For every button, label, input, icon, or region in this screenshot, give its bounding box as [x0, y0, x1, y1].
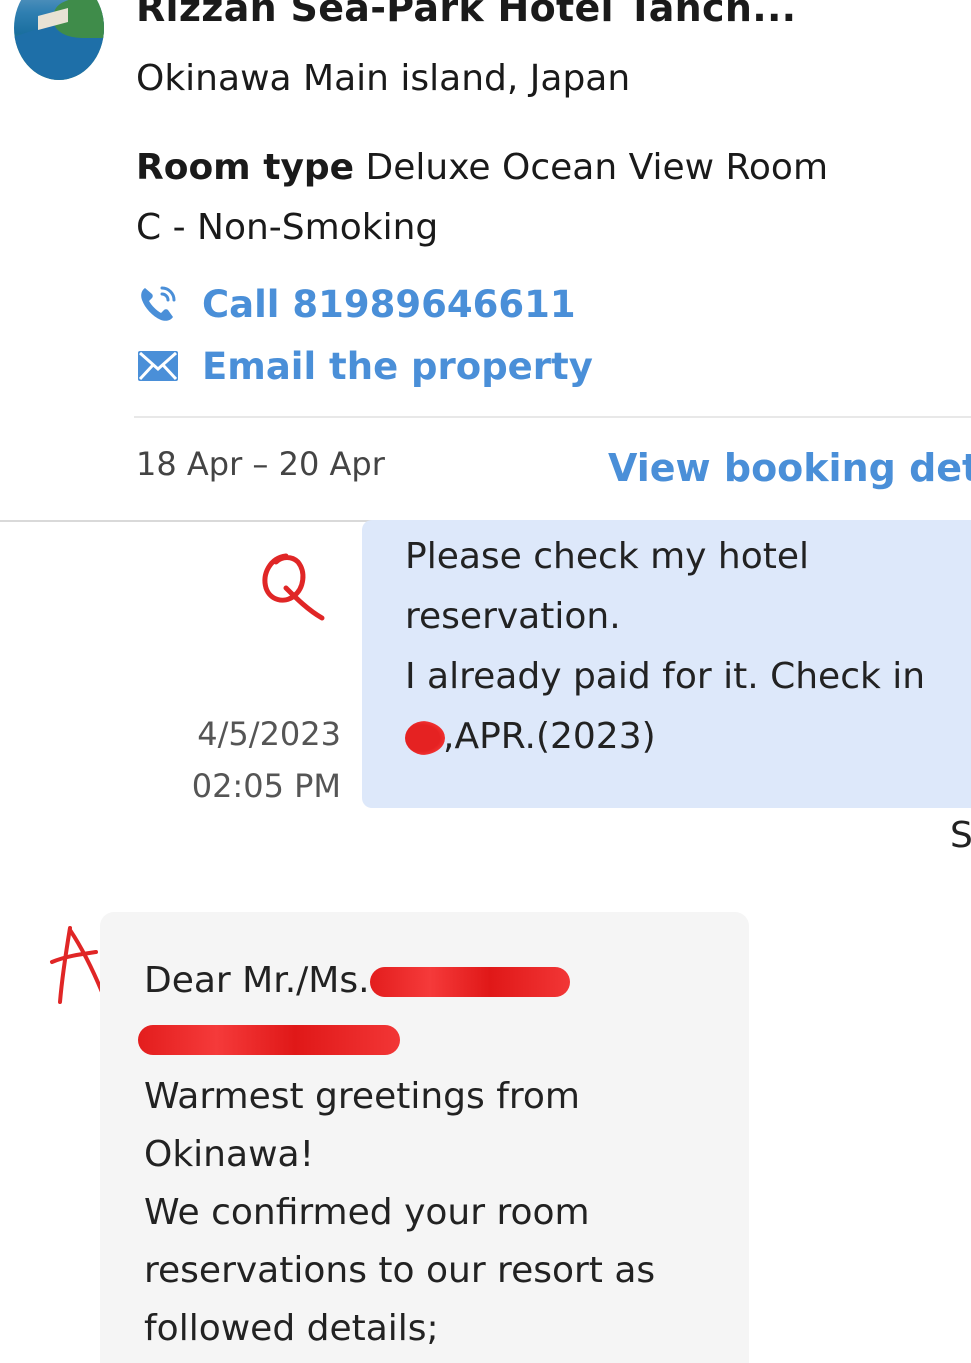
sent-message-line-2: I already paid for it. Check in — [405, 656, 926, 697]
email-property-button[interactable]: Email the property — [136, 344, 593, 388]
received-warm-greetings: Warmest greetings from Okinawa! — [144, 1076, 580, 1175]
booking-dates: 18 Apr – 20 Apr — [136, 445, 385, 483]
redaction-mark — [369, 967, 570, 997]
sent-message-timestamp: 4/5/2023 02:05 PM — [192, 708, 341, 812]
envelope-icon — [138, 351, 178, 381]
view-booking-details-link[interactable]: View booking deta — [608, 446, 971, 490]
room-type: Room type Deluxe Ocean View Room C - Non… — [136, 138, 856, 258]
sent-message-text: Please check my hotel reservation. I alr… — [405, 527, 965, 767]
sent-message-line-1: Please check my hotel reservation. — [405, 536, 810, 637]
phone-icon — [141, 286, 176, 321]
redaction-mark — [405, 721, 445, 755]
sent-message-time: 02:05 PM — [191, 767, 341, 805]
handwritten-q-mark — [262, 553, 325, 621]
sent-message-date: 4/5/2023 — [197, 715, 341, 753]
received-greeting-line: Dear Mr./Ms. — [144, 952, 734, 1010]
room-type-label: Room type — [136, 147, 355, 188]
received-confirmation: We confirmed your room reservations to o… — [144, 1192, 656, 1349]
sent-message-date-suffix: ,APR.(2023) — [443, 716, 656, 757]
call-button[interactable]: Call 81989646611 — [136, 282, 576, 326]
header-divider — [134, 416, 971, 418]
chat-screen: Rizzan Sea-Park Hotel Tanch... Okinawa M… — [0, 0, 971, 1363]
received-greeting-prefix: Dear Mr./Ms. — [144, 960, 370, 1001]
sent-message-line-3: ,APR.(2023) — [405, 707, 965, 767]
hotel-name: Rizzan Sea-Park Hotel Tanch... — [136, 0, 797, 30]
hotel-location: Okinawa Main island, Japan — [136, 58, 631, 99]
redaction-mark — [138, 1025, 400, 1055]
hotel-avatar[interactable] — [14, 0, 104, 80]
call-label: Call 81989646611 — [202, 282, 576, 326]
cut-off-text: S — [950, 815, 971, 856]
received-message-text: Dear Mr./Ms. Warmest greetings from Okin… — [138, 952, 734, 1358]
email-label: Email the property — [202, 344, 593, 388]
handwritten-a-mark — [50, 926, 104, 1004]
received-name-line — [138, 1010, 734, 1068]
